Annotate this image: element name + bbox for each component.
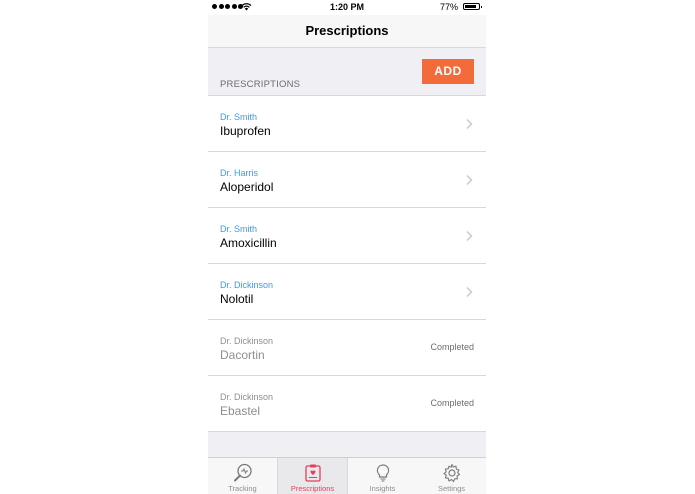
- tab-insights[interactable]: Insights: [348, 458, 417, 494]
- doctor-name: Dr. Smith: [220, 112, 258, 122]
- drug-name: Ebastel: [220, 404, 261, 418]
- tracking-icon: [233, 463, 252, 482]
- page-title: Prescriptions: [305, 23, 389, 38]
- chevron-right-icon: [466, 231, 473, 241]
- add-prescription-button[interactable]: ADD: [422, 59, 474, 84]
- prescription-row[interactable]: Dr. Dickinson Nolotil: [208, 264, 486, 320]
- tab-label: Prescriptions: [290, 484, 335, 493]
- chevron-right-icon: [466, 175, 473, 185]
- drug-name: Ibuprofen: [220, 124, 271, 138]
- status-bar: 1:20 PM 77%: [208, 0, 486, 15]
- prescription-row[interactable]: Dr. Harris Aloperidol: [208, 152, 486, 208]
- prescription-row[interactable]: Dr. Smith Amoxicillin: [208, 208, 486, 264]
- phone-screen: 1:20 PM 77% Prescriptions PRESCRIPTIONS …: [208, 0, 486, 494]
- chevron-right-icon: [466, 119, 473, 129]
- prescription-row-completed[interactable]: Dr. Dickinson Ebastel Completed: [208, 376, 486, 432]
- prescription-list: Dr. Smith Ibuprofen Dr. Harris Aloperido…: [208, 95, 486, 432]
- doctor-name: Dr. Dickinson: [220, 336, 274, 346]
- tab-prescriptions[interactable]: Prescriptions: [277, 458, 348, 494]
- gear-icon: [442, 463, 460, 483]
- prescription-row[interactable]: Dr. Smith Ibuprofen: [208, 96, 486, 152]
- battery-icon: [463, 3, 482, 10]
- drug-name: Aloperidol: [220, 180, 274, 194]
- tab-label: Insights: [369, 484, 396, 493]
- tab-tracking[interactable]: Tracking: [208, 458, 277, 494]
- drug-name: Nolotil: [220, 292, 254, 306]
- doctor-name: Dr. Smith: [220, 224, 258, 234]
- chevron-right-icon: [466, 287, 473, 297]
- status-label: Completed: [430, 398, 474, 408]
- section-header: PRESCRIPTIONS: [220, 79, 301, 90]
- navigation-bar: Prescriptions: [208, 15, 486, 48]
- drug-name: Amoxicillin: [220, 236, 277, 250]
- doctor-name: Dr. Dickinson: [220, 392, 274, 402]
- battery-percent: 77%: [439, 2, 458, 12]
- tab-bar: Tracking Prescriptions Insights Settings: [208, 457, 486, 494]
- prescription-row-completed[interactable]: Dr. Dickinson Dacortin Completed: [208, 320, 486, 376]
- lightbulb-icon: [376, 464, 389, 482]
- doctor-name: Dr. Dickinson: [220, 280, 274, 290]
- drug-name: Dacortin: [220, 348, 265, 362]
- prescriptions-icon: [304, 464, 321, 482]
- tab-label: Settings: [437, 484, 466, 493]
- doctor-name: Dr. Harris: [220, 168, 258, 178]
- tab-label: Tracking: [228, 484, 257, 493]
- tab-settings[interactable]: Settings: [417, 458, 486, 494]
- status-label: Completed: [430, 342, 474, 352]
